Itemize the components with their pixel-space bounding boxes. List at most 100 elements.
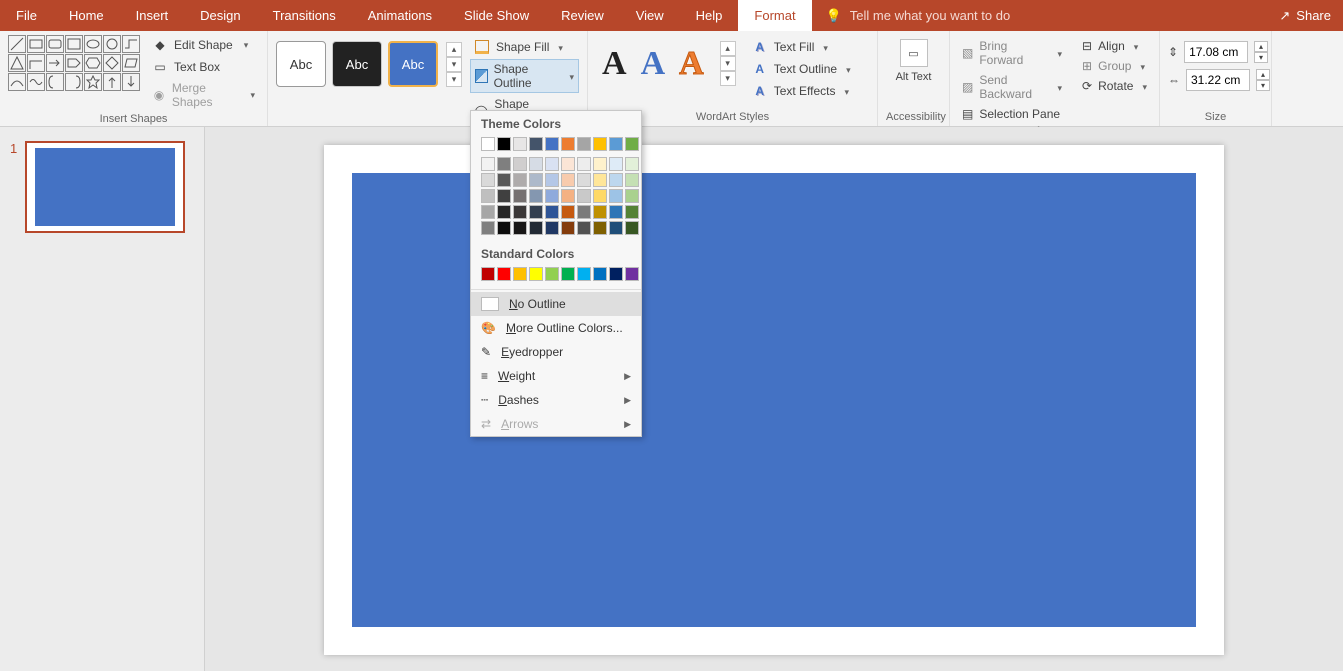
color-swatch[interactable] <box>593 221 607 235</box>
color-swatch[interactable] <box>513 205 527 219</box>
color-swatch[interactable] <box>577 173 591 187</box>
align-button[interactable]: ⊟Align <box>1078 37 1151 55</box>
shape-pentagon-arrow-icon[interactable] <box>65 54 83 72</box>
color-swatch[interactable] <box>561 221 575 235</box>
slide-thumbnail-panel[interactable]: 1 <box>0 127 205 671</box>
wordart-scroll[interactable]: ▴ ▾ ▾ <box>720 41 736 86</box>
shape-connector-icon[interactable] <box>122 35 140 53</box>
weight-item[interactable]: ≡ Weight ▶ <box>471 364 641 388</box>
eyedropper-item[interactable]: ✎ Eyedropper <box>471 340 641 364</box>
tab-home[interactable]: Home <box>53 0 120 31</box>
color-swatch[interactable] <box>561 157 575 171</box>
color-swatch[interactable] <box>529 137 543 151</box>
shape-outline-button[interactable]: Shape Outline <box>470 59 579 93</box>
color-swatch[interactable] <box>529 189 543 203</box>
gallery-up-icon[interactable]: ▴ <box>720 41 736 56</box>
color-swatch[interactable] <box>577 189 591 203</box>
share-button[interactable]: ↗ Share <box>1267 0 1343 31</box>
color-swatch[interactable] <box>561 137 575 151</box>
color-swatch[interactable] <box>529 173 543 187</box>
color-swatch[interactable] <box>497 189 511 203</box>
gallery-up-icon[interactable]: ▴ <box>446 42 462 57</box>
color-swatch[interactable] <box>625 267 639 281</box>
thumbnail-frame[interactable] <box>25 141 185 233</box>
color-swatch[interactable] <box>609 189 623 203</box>
gallery-scroll[interactable]: ▴ ▾ ▾ <box>446 42 462 87</box>
text-effects-button[interactable]: A Text Effects <box>748 81 855 101</box>
shape-elbow-icon[interactable] <box>27 54 45 72</box>
shape-rect2-icon[interactable] <box>65 35 83 53</box>
wordart-preset-1[interactable]: A <box>602 45 627 83</box>
color-swatch[interactable] <box>481 221 495 235</box>
color-swatch[interactable] <box>545 189 559 203</box>
tab-format[interactable]: Format <box>738 0 811 31</box>
color-swatch[interactable] <box>545 221 559 235</box>
shape-curve-icon[interactable] <box>8 73 26 91</box>
color-swatch[interactable] <box>593 157 607 171</box>
tab-file[interactable]: File <box>0 0 53 31</box>
slide-thumbnail-1[interactable]: 1 <box>10 141 194 233</box>
color-swatch[interactable] <box>625 189 639 203</box>
color-swatch[interactable] <box>529 221 543 235</box>
style-preset-2[interactable]: Abc <box>332 41 382 87</box>
color-swatch[interactable] <box>529 267 543 281</box>
shape-rect-icon[interactable] <box>27 35 45 53</box>
shape-parallelogram-icon[interactable] <box>122 54 140 72</box>
color-swatch[interactable] <box>593 267 607 281</box>
shape-diamond-icon[interactable] <box>103 54 121 72</box>
color-swatch[interactable] <box>609 157 623 171</box>
color-swatch[interactable] <box>577 205 591 219</box>
color-swatch[interactable] <box>529 157 543 171</box>
more-outline-colors-item[interactable]: 🎨 More Outline Colors... <box>471 316 641 340</box>
color-swatch[interactable] <box>481 157 495 171</box>
shape-oval-icon[interactable] <box>84 35 102 53</box>
tab-slide-show[interactable]: Slide Show <box>448 0 545 31</box>
color-swatch[interactable] <box>481 137 495 151</box>
shape-hexagon-icon[interactable] <box>84 54 102 72</box>
color-swatch[interactable] <box>497 157 511 171</box>
color-swatch[interactable] <box>609 137 623 151</box>
tab-transitions[interactable]: Transitions <box>257 0 352 31</box>
gallery-down-icon[interactable]: ▾ <box>446 57 462 72</box>
color-swatch[interactable] <box>529 205 543 219</box>
shape-wave-icon[interactable] <box>27 73 45 91</box>
color-swatch[interactable] <box>625 221 639 235</box>
color-swatch[interactable] <box>609 267 623 281</box>
color-swatch[interactable] <box>545 205 559 219</box>
wordart-preset-3[interactable]: A <box>679 45 704 83</box>
shape-up-icon[interactable] <box>103 73 121 91</box>
gallery-down-icon[interactable]: ▾ <box>720 56 736 71</box>
bring-forward-button[interactable]: ▧Bring Forward <box>958 37 1066 69</box>
color-swatch[interactable] <box>481 205 495 219</box>
slide-canvas-area[interactable] <box>205 127 1343 671</box>
shape-line-icon[interactable] <box>8 35 26 53</box>
color-swatch[interactable] <box>497 205 511 219</box>
color-swatch[interactable] <box>545 137 559 151</box>
color-swatch[interactable] <box>497 137 511 151</box>
color-swatch[interactable] <box>561 267 575 281</box>
color-swatch[interactable] <box>609 173 623 187</box>
rotate-button[interactable]: ⟳Rotate <box>1078 77 1151 95</box>
color-swatch[interactable] <box>513 137 527 151</box>
wordart-gallery[interactable]: A A A ▴ ▾ ▾ <box>596 35 742 86</box>
tab-help[interactable]: Help <box>680 0 739 31</box>
color-swatch[interactable] <box>593 173 607 187</box>
color-swatch[interactable] <box>513 173 527 187</box>
tab-insert[interactable]: Insert <box>120 0 185 31</box>
style-preset-3[interactable]: Abc <box>388 41 438 87</box>
height-control[interactable]: ⇕ ▴▾ <box>1168 41 1270 63</box>
width-input[interactable] <box>1186 69 1250 91</box>
send-backward-button[interactable]: ▨Send Backward <box>958 71 1066 103</box>
width-control[interactable]: ⇔ ▴▾ <box>1168 69 1270 91</box>
shapes-gallery[interactable] <box>8 35 140 91</box>
style-preset-1[interactable]: Abc <box>276 41 326 87</box>
wordart-preset-2[interactable]: A <box>641 45 666 83</box>
color-swatch[interactable] <box>577 137 591 151</box>
color-swatch[interactable] <box>625 137 639 151</box>
shape-style-gallery[interactable]: Abc Abc Abc ▴ ▾ ▾ <box>276 35 462 87</box>
color-swatch[interactable] <box>561 173 575 187</box>
tab-view[interactable]: View <box>620 0 680 31</box>
color-swatch[interactable] <box>625 173 639 187</box>
color-swatch[interactable] <box>609 221 623 235</box>
color-swatch[interactable] <box>561 205 575 219</box>
